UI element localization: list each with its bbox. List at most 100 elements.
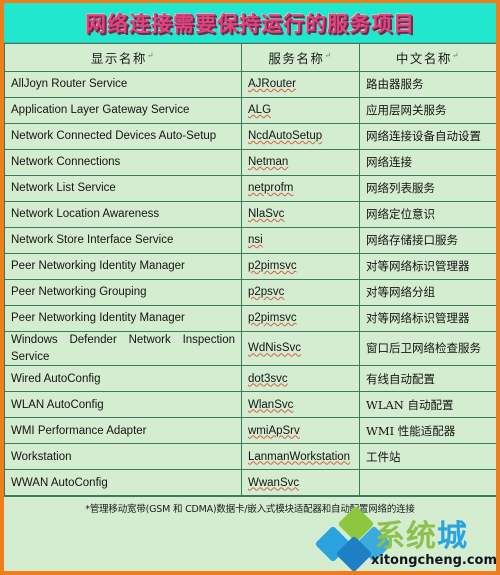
cell-service-name: nsi	[241, 227, 360, 254]
service-name-text: dot3svc	[248, 372, 288, 385]
service-name-text: NcdAutoSetup	[248, 130, 323, 143]
service-name-text: WlanSvc	[248, 398, 294, 411]
table-header: 显示名称↵ 服务名称↵ 中文名称↵	[4, 43, 496, 72]
cell-chinese-name: 对等网络标识管理器	[359, 253, 496, 280]
cell-chinese-name: 网络存储接口服务	[359, 227, 496, 254]
table-row: Peer Networking Identity Manager p2pimsvc…	[4, 305, 496, 332]
cell-service-name: p2psvc	[241, 279, 360, 306]
cell-chinese-name: 有线自动配置	[359, 365, 496, 393]
cell-display-name: WMI Performance Adapter	[4, 417, 242, 445]
cell-chinese-name: 路由器服务	[359, 71, 496, 98]
table-row: Network Store Interface Service nsi 网络存储接口…	[4, 227, 496, 254]
cell-service-name: p2pimsvc	[241, 305, 360, 332]
logo-diamond-left	[314, 525, 352, 563]
service-name-text: p2pimsvc	[248, 312, 297, 325]
cell-display-name: Network Connections	[4, 149, 242, 176]
cell-chinese-name: 网络定位意识	[359, 201, 496, 228]
watermark-url: xitongcheng.com	[371, 553, 498, 568]
cell-display-name: Application Layer Gateway Service	[4, 97, 242, 124]
cell-service-name: p2pimsvc	[241, 253, 360, 280]
service-name-text: wmiApSrv	[248, 424, 300, 437]
pilcrow-mark: ↵	[324, 50, 333, 60]
column-header-service-name: 服务名称↵	[241, 43, 360, 72]
cell-chinese-name: 网络列表服务	[359, 175, 496, 202]
table-row: Peer Networking Identity Manager p2pimsvc…	[4, 253, 496, 280]
service-name-text: ALG	[248, 104, 272, 117]
cell-service-name: NcdAutoSetup	[241, 123, 360, 150]
cell-service-name: wmiApSrv	[241, 417, 360, 445]
pilcrow-mark: ↵	[146, 50, 156, 60]
table-row: Network List Service netprofm 网络列表服务	[4, 175, 496, 202]
service-name-text: nsi	[248, 234, 263, 247]
cell-display-name: Network List Service	[4, 175, 242, 202]
cell-service-name: WwanSvc	[241, 469, 360, 497]
table-row: Windows Defender Network Inspection Serv…	[4, 330, 496, 367]
cell-display-name: Workstation	[4, 443, 242, 471]
table-row: Network Location Awareness NlaSvc 网络定位意识	[4, 201, 496, 228]
cell-service-name: WdNisSvc	[241, 330, 360, 367]
poster-container: 网络连接需要保持运行的服务项目 显示名称↵ 服务名称↵ 中文名称↵ AllJoy…	[0, 0, 500, 575]
table-body: AllJoyn Router Service AJRouter 路由器服务 Appli…	[4, 71, 496, 497]
cell-chinese-name: WLAN 自动配置	[359, 391, 496, 419]
cell-service-name: LanmanWorkstation	[241, 443, 360, 471]
footnote-text: *管理移动宽带(GSM 和 CDMA)数据卡/嵌入式模块适配器和自动配置网络的连…	[85, 503, 415, 515]
cell-display-name: WWAN AutoConfig	[4, 469, 242, 497]
cell-chinese-name: 网络连接设备自动设置	[359, 123, 496, 150]
column-header-chinese-name: 中文名称↵	[359, 43, 496, 72]
cell-chinese-name: 网络连接	[359, 149, 496, 176]
table-row: AllJoyn Router Service AJRouter 路由器服务	[4, 71, 496, 98]
cell-display-name: WLAN AutoConfig	[4, 391, 242, 419]
service-name-text: p2psvc	[248, 286, 285, 299]
service-name-text: WwanSvc	[248, 476, 300, 489]
table-row: Workstation LanmanWorkstation 工件站	[4, 443, 496, 471]
cell-chinese-name: 对等网络分组	[359, 279, 496, 306]
table-header-row: 显示名称↵ 服务名称↵ 中文名称↵	[4, 43, 496, 72]
table-row: Peer Networking Grouping p2psvc 对等网络分组	[4, 279, 496, 306]
services-table: 显示名称↵ 服务名称↵ 中文名称↵ AllJoyn Router Service…	[4, 43, 496, 497]
cell-display-name: Peer Networking Grouping	[4, 279, 242, 306]
cell-service-name: Netman	[241, 149, 360, 176]
xitongcheng-logo-icon	[314, 505, 395, 571]
cell-display-name: Windows Defender Network Inspection Serv…	[4, 330, 242, 367]
watermark-brand-prefix: 系统	[375, 519, 437, 554]
cell-chinese-name	[359, 469, 496, 497]
table-row: Wired AutoConfig dot3svc 有线自动配置	[4, 365, 496, 393]
table-row: Network Connections Netman 网络连接	[4, 149, 496, 176]
service-name-text: AJRouter	[248, 78, 296, 91]
cell-display-name: Network Store Interface Service	[4, 227, 242, 254]
table-row: WLAN AutoConfig WlanSvc WLAN 自动配置	[4, 391, 496, 419]
cell-chinese-name: WMI 性能适配器	[359, 417, 496, 445]
logo-diamond-right	[355, 525, 393, 563]
column-header-display-name: 显示名称↵	[4, 43, 242, 72]
cell-display-name: Network Location Awareness	[4, 201, 242, 228]
service-name-text: WdNisSvc	[248, 342, 302, 355]
cell-chinese-name: 工件站	[359, 443, 496, 471]
watermark-brand-suffix: 城	[437, 519, 468, 554]
title-banner: 网络连接需要保持运行的服务项目	[4, 3, 496, 43]
service-name-text: LanmanWorkstation	[248, 450, 351, 463]
logo-diamond-bottom	[335, 535, 373, 571]
service-name-text: p2pimsvc	[248, 260, 297, 273]
service-name-text: NlaSvc	[248, 208, 285, 221]
service-name-text: Netman	[248, 156, 289, 169]
cell-display-name: Wired AutoConfig	[4, 365, 242, 393]
cell-service-name: AJRouter	[241, 71, 360, 98]
cell-service-name: WlanSvc	[241, 391, 360, 419]
cell-service-name: ALG	[241, 97, 360, 124]
cell-service-name: dot3svc	[241, 365, 360, 393]
page-title: 网络连接需要保持运行的服务项目	[85, 10, 415, 36]
table-row: WMI Performance Adapter wmiApSrv WMI 性能适配器	[4, 417, 496, 445]
pilcrow-mark: ↵	[451, 50, 461, 60]
cell-display-name: AllJoyn Router Service	[4, 71, 242, 98]
service-name-text: netprofm	[248, 182, 294, 195]
table-row: Network Connected Devices Auto-Setup NcdA…	[4, 123, 496, 150]
cell-chinese-name: 窗口后卫网络检查服务	[359, 330, 496, 367]
cell-display-name: Network Connected Devices Auto-Setup	[4, 123, 242, 150]
table-row: Application Layer Gateway Service ALG 应用层网…	[4, 97, 496, 124]
cell-display-name: Peer Networking Identity Manager	[4, 305, 242, 332]
cell-display-name: Peer Networking Identity Manager	[4, 253, 242, 280]
cell-service-name: netprofm	[241, 175, 360, 202]
cell-chinese-name: 应用层网关服务	[359, 97, 496, 124]
footnote-row: *管理移动宽带(GSM 和 CDMA)数据卡/嵌入式模块适配器和自动配置网络的连…	[4, 496, 496, 519]
cell-chinese-name: 对等网络标识管理器	[359, 305, 496, 332]
